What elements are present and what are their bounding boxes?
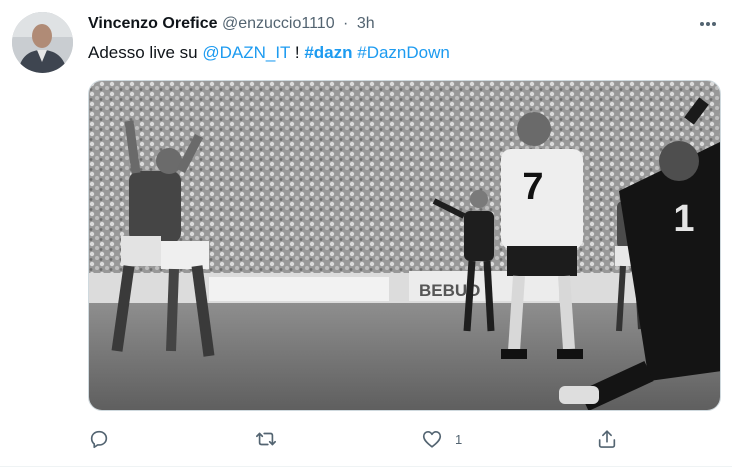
like-button[interactable]: 1 — [421, 425, 462, 453]
more-options-button[interactable] — [698, 14, 718, 34]
share-button[interactable] — [596, 425, 618, 453]
jersey-number-seven: 7 — [522, 166, 543, 208]
retweet-icon — [256, 432, 276, 446]
tweet-actions: 1 — [88, 425, 618, 453]
user-handle[interactable]: @enzuccio1110 — [222, 15, 335, 32]
tweet[interactable]: Vincenzo Orefice @enzuccio1110 · 3h Ades… — [0, 0, 732, 467]
tweet-photo[interactable]: BEBUO 7 1 — [88, 80, 721, 411]
hashtag-link[interactable]: #dazn — [304, 43, 352, 62]
share-icon — [598, 430, 616, 448]
jersey-number-one: 1 — [673, 198, 694, 240]
tweet-header: Vincenzo Orefice @enzuccio1110 · 3h — [88, 14, 375, 34]
more-horizontal-icon — [700, 22, 716, 26]
tweet-text: Adesso live su @DAZN_IT ! #dazn #DaznDow… — [88, 42, 450, 64]
avatar[interactable] — [12, 12, 73, 73]
like-count: 1 — [455, 431, 463, 447]
retweet-button[interactable] — [254, 425, 278, 453]
display-name[interactable]: Vincenzo Orefice — [88, 15, 218, 32]
tweet-text-mid: ! — [290, 43, 305, 62]
tweet-text-prefix: Adesso live su — [88, 43, 203, 62]
heart-icon — [422, 431, 442, 448]
reply-icon — [90, 430, 108, 449]
timestamp[interactable]: 3h — [357, 15, 375, 32]
reply-button[interactable] — [88, 425, 110, 453]
hashtag-link[interactable]: #DaznDown — [357, 43, 450, 62]
separator-dot: · — [343, 15, 349, 32]
mention-link[interactable]: @DAZN_IT — [202, 43, 290, 62]
